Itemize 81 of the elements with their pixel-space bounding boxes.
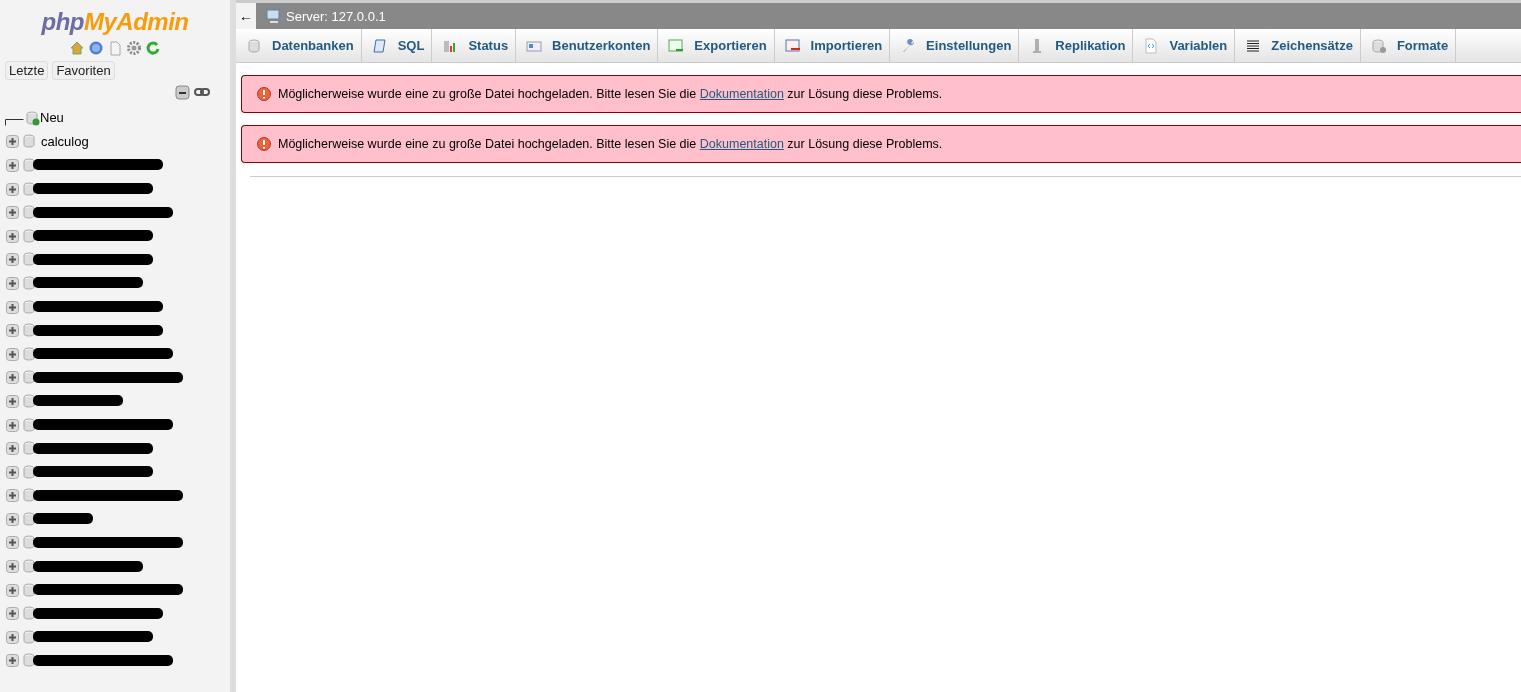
- nav-tab[interactable]: Replikation: [1019, 29, 1134, 62]
- database-icon: [21, 251, 37, 268]
- database-icon: [21, 534, 37, 551]
- expand-icon[interactable]: [5, 510, 21, 527]
- database-icon: [21, 510, 37, 527]
- sidebar-tab[interactable]: Letzte: [5, 61, 49, 80]
- expand-icon[interactable]: [5, 628, 21, 645]
- database-icon: [21, 628, 37, 645]
- nav-tab[interactable]: Importieren: [774, 29, 891, 62]
- new-database-link[interactable]: Neu: [40, 110, 64, 126]
- nav-tab[interactable]: Formate: [1360, 29, 1457, 62]
- database-icon: [21, 581, 37, 598]
- database-icon: [21, 392, 37, 409]
- tree-line-icon: [5, 118, 24, 126]
- database-icon: [21, 227, 37, 244]
- server-icon: [266, 8, 282, 24]
- expand-icon[interactable]: [5, 487, 21, 504]
- database-add-icon: [24, 109, 40, 126]
- expand-icon[interactable]: [5, 605, 21, 622]
- database-icon: [21, 463, 37, 480]
- nav-tab[interactable]: SQL: [361, 29, 433, 62]
- error-icon: [256, 136, 272, 152]
- database-icon: [21, 274, 37, 291]
- nav-tab[interactable]: Status: [432, 29, 517, 62]
- database-icon: [21, 133, 37, 150]
- expand-icon[interactable]: [5, 227, 21, 244]
- expand-icon[interactable]: [5, 298, 21, 315]
- collapse-icon[interactable]: [175, 84, 191, 100]
- nav-tab[interactable]: Zeichensätze: [1235, 29, 1361, 62]
- nav-tab[interactable]: Einstellungen: [890, 29, 1020, 62]
- expand-icon[interactable]: [5, 652, 21, 669]
- database-gear-icon: [1370, 37, 1387, 54]
- expand-icon[interactable]: [5, 463, 21, 480]
- expand-icon[interactable]: [5, 133, 21, 150]
- nav-tab[interactable]: Exportieren: [658, 29, 775, 62]
- expand-icon[interactable]: [5, 392, 21, 409]
- expand-icon[interactable]: [5, 440, 21, 457]
- database-icon: [21, 298, 37, 315]
- logo[interactable]: phpMyAdmin: [0, 0, 230, 36]
- nav-tab[interactable]: Variablen: [1133, 29, 1236, 62]
- expand-icon[interactable]: [5, 204, 21, 221]
- database-icon: [246, 37, 262, 54]
- documentation-link[interactable]: Dokumentation: [699, 87, 784, 101]
- expand-icon[interactable]: [5, 322, 21, 339]
- expand-icon[interactable]: [5, 369, 21, 386]
- expand-icon[interactable]: [5, 180, 21, 197]
- reload-icon[interactable]: [145, 40, 161, 56]
- scroll-icon: [371, 37, 388, 54]
- database-icon: [21, 204, 37, 221]
- database-icon: [21, 605, 37, 622]
- database-icon: [21, 180, 37, 197]
- expand-icon[interactable]: [5, 416, 21, 433]
- expand-icon[interactable]: [5, 157, 21, 173]
- database-icon: [21, 416, 37, 433]
- error-text: Möglicherweise wurde eine zu große Datei hochgeladen. Bitte lesen Sie die Dokumentation zur Lösung diese Problems.: [278, 87, 943, 101]
- expand-icon[interactable]: [5, 251, 21, 268]
- expand-icon[interactable]: [5, 534, 21, 551]
- nav-tab[interactable]: Datenbanken: [236, 29, 362, 62]
- sidebar-tab[interactable]: Favoriten: [52, 61, 115, 80]
- database-name[interactable]: calculog: [41, 133, 89, 149]
- server-breadcrumb[interactable]: Server: 127.0.0.1: [286, 8, 386, 24]
- expand-icon[interactable]: [5, 274, 21, 291]
- database-icon: [21, 487, 37, 504]
- code-file-icon: [1143, 37, 1160, 54]
- database-icon: [21, 558, 37, 575]
- settings-icon[interactable]: [126, 40, 142, 56]
- error-text: Möglicherweise wurde eine zu große Datei hochgeladen. Bitte lesen Sie die Dokumentation zur Lösung diese Problems.: [278, 137, 943, 151]
- back-button[interactable]: ←: [236, 3, 256, 29]
- database-icon: [21, 369, 37, 386]
- database-icon: [21, 440, 37, 457]
- lines-icon: [1245, 37, 1262, 54]
- expand-icon[interactable]: [5, 345, 21, 362]
- expand-icon[interactable]: [5, 581, 21, 598]
- database-icon: [21, 652, 37, 669]
- database-icon: [21, 322, 37, 339]
- nav-tab[interactable]: Benutzerkonten: [516, 29, 659, 62]
- database-icon: [21, 157, 37, 173]
- expand-icon[interactable]: [5, 558, 21, 575]
- documentation-link[interactable]: Dokumentation: [699, 137, 784, 151]
- error-icon: [256, 86, 272, 102]
- database-icon: [21, 345, 37, 362]
